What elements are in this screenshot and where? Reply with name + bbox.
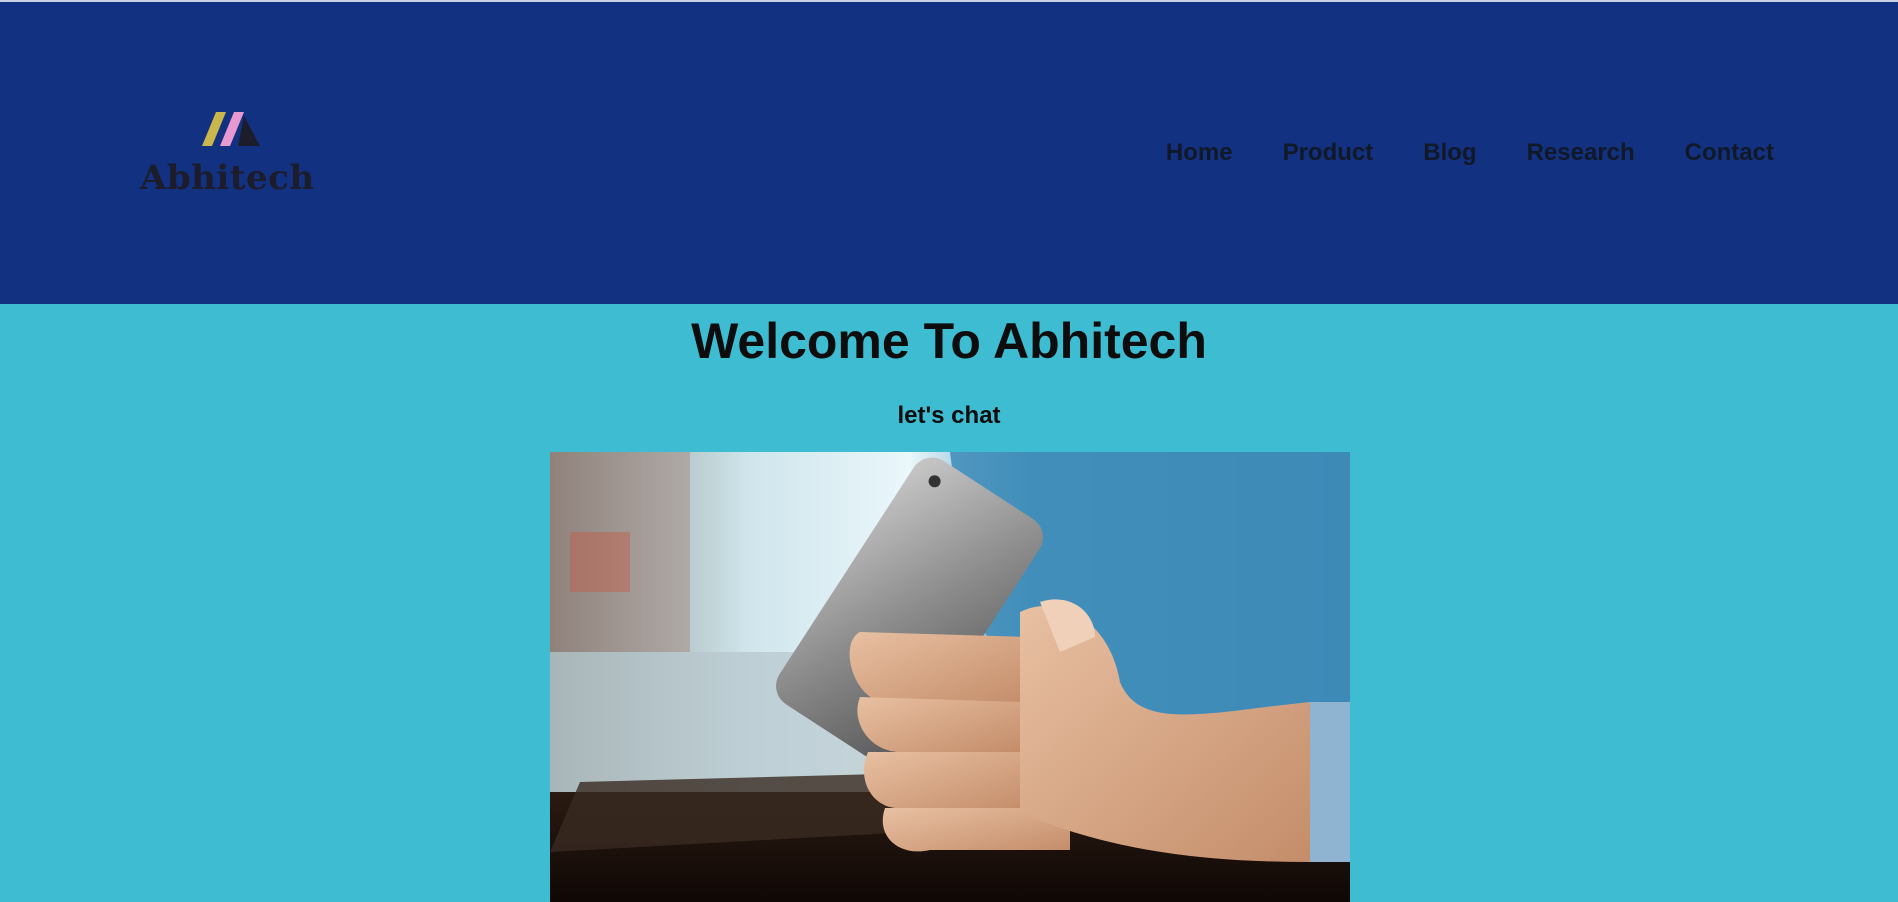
hero-title: Welcome To Abhitech xyxy=(691,313,1207,369)
brand-logo[interactable]: Abhitech xyxy=(140,108,314,200)
hero-subtitle: let's chat xyxy=(897,402,1001,429)
nav-item-blog[interactable]: Blog xyxy=(1423,139,1476,167)
nav-item-home[interactable]: Home xyxy=(1166,139,1233,167)
main-nav: Home Product Blog Research Contact xyxy=(1166,139,1774,167)
hero-image xyxy=(550,452,1350,902)
nav-item-research[interactable]: Research xyxy=(1527,139,1635,167)
nav-item-product[interactable]: Product xyxy=(1283,139,1374,167)
brand-name: Abhitech xyxy=(140,158,315,198)
abhitech-logo-mark-icon xyxy=(202,112,260,146)
hand-holding-phone-photo xyxy=(550,452,1350,902)
nav-item-contact[interactable]: Contact xyxy=(1685,139,1774,167)
site-header: Abhitech Home Product Blog Research Cont… xyxy=(0,2,1898,304)
